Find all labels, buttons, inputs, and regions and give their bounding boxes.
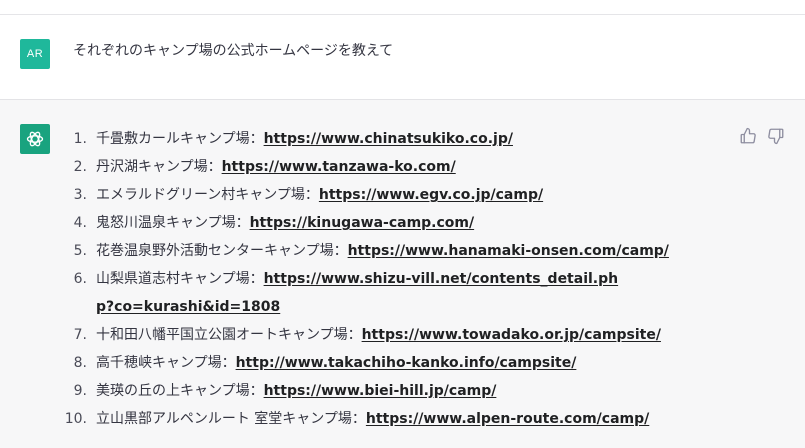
list-number: 5. [73,243,87,259]
campsite-link[interactable]: https://www.biei-hill.jp/camp/ [264,383,497,399]
user-message: それぞれのキャンプ場の公式ホームページを教えて [73,43,394,59]
campsite-name: 丹沢湖キャンプ場： [96,159,222,175]
campsite-name: 美瑛の丘の上キャンプ場： [96,383,264,399]
campsite-link[interactable]: https://www.chinatsukiko.co.jp/ [264,131,513,147]
list-number: 2. [73,159,87,175]
list-item: 5. 花巻温泉野外活動センターキャンプ場：https://www.hanamak… [62,237,669,265]
feedback-buttons [739,127,785,145]
campsite-link[interactable]: https://www.hanamaki-onsen.com/camp/ [348,243,669,259]
list-item: 8. 高千穂峡キャンプ場：http://www.takachiho-kanko.… [62,349,669,377]
list-number: 6. [73,271,87,287]
chatgpt-logo-icon [20,124,50,154]
top-strip [0,0,805,15]
campsite-name: 千畳敷カールキャンプ場： [96,131,264,147]
list-item: 3. エメラルドグリーン村キャンプ場：https://www.egv.co.jp… [62,181,669,209]
campsite-name: 山梨県道志村キャンプ場： [96,271,264,287]
list-number: 4. [73,215,87,231]
campsite-name: 鬼怒川温泉キャンプ場： [96,215,250,231]
campsite-link[interactable]: http://www.takachiho-kanko.info/campsite… [236,355,577,371]
user-message-row: AR それぞれのキャンプ場の公式ホームページを教えて [0,15,805,100]
list-number: 7. [73,327,87,343]
thumbs-down-icon[interactable] [767,127,785,145]
campsite-link[interactable]: https://www.alpen-route.com/camp/ [366,411,649,427]
campsite-name: 立山黒部アルペンルート 室堂キャンプ場： [96,411,366,427]
campsite-name: 高千穂峡キャンプ場： [96,355,236,371]
campsite-name: エメラルドグリーン村キャンプ場： [96,187,319,203]
campsite-link[interactable]: https://www.egv.co.jp/camp/ [319,187,543,203]
list-item: 10. 立山黒部アルペンルート 室堂キャンプ場：https://www.alpe… [62,405,669,433]
list-number: 10. [64,411,87,427]
user-avatar: AR [20,39,50,69]
list-item: 4. 鬼怒川温泉キャンプ場：https://kinugawa-camp.com/ [62,209,669,237]
openai-knot-icon [26,131,44,147]
list-number: 1. [73,131,87,147]
campsite-link[interactable]: https://www.tanzawa-ko.com/ [222,159,456,175]
thumbs-up-icon[interactable] [739,127,757,145]
campsite-list: 1. 千畳敷カールキャンプ場：https://www.chinatsukiko.… [62,125,669,433]
campsite-name: 花巻温泉野外活動センターキャンプ場： [96,243,348,259]
list-number: 9. [73,383,87,399]
campsite-link[interactable]: https://kinugawa-camp.com/ [250,215,475,231]
campsite-name: 十和田八幡平国立公園オートキャンプ場： [96,327,362,343]
campsite-link[interactable]: https://www.towadako.or.jp/campsite/ [362,327,661,343]
list-item: 1. 千畳敷カールキャンプ場：https://www.chinatsukiko.… [62,125,669,153]
list-number: 8. [73,355,87,371]
list-item: 2. 丹沢湖キャンプ場：https://www.tanzawa-ko.com/ [62,153,669,181]
list-item: 9. 美瑛の丘の上キャンプ場：https://www.biei-hill.jp/… [62,377,669,405]
list-number: 3. [73,187,87,203]
list-item: 6. 山梨県道志村キャンプ場：https://www.shizu-vill.ne… [62,265,636,321]
assistant-message-row: 1. 千畳敷カールキャンプ場：https://www.chinatsukiko.… [0,100,805,448]
list-item: 7. 十和田八幡平国立公園オートキャンプ場：https://www.towada… [62,321,669,349]
